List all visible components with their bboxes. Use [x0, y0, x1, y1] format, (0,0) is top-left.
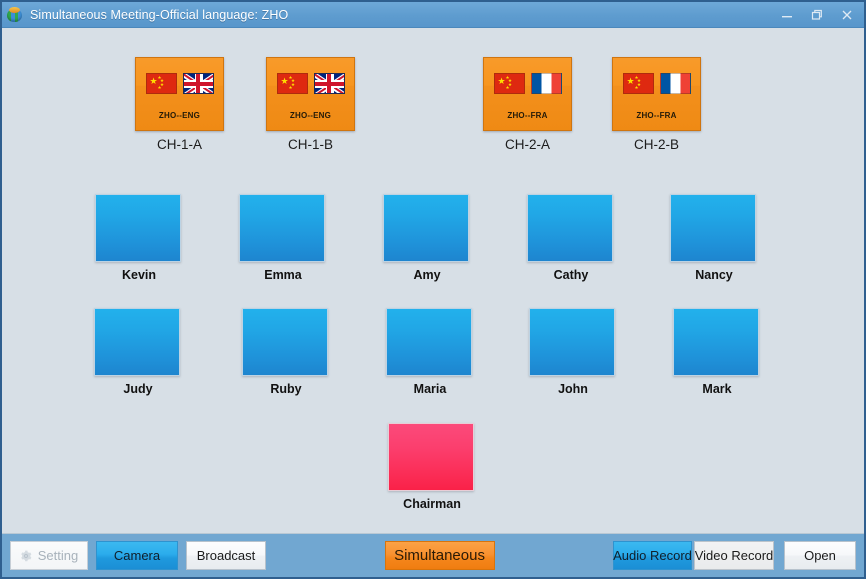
open-label: Open — [804, 548, 836, 563]
channel-button-ch-2-b[interactable]: ★ ★ ★ ★ ★ ZHO--FRA CH-2-B — [612, 57, 701, 152]
camera-button[interactable]: Camera — [96, 541, 178, 570]
simultaneous-button[interactable]: Simultaneous — [384, 541, 495, 570]
participant-video-tile[interactable] — [239, 194, 325, 262]
participant-video-tile[interactable] — [673, 308, 759, 376]
participant-video-tile[interactable] — [529, 308, 615, 376]
channel-code: ZHO--ENG — [289, 111, 332, 120]
channel-tile[interactable]: ★ ★ ★ ★ ★ ZHO--ENG — [135, 57, 224, 131]
flag-france-icon — [659, 73, 691, 94]
channel-flags: ★ ★ ★ ★ ★ — [613, 73, 700, 94]
video-record-label: Video Record — [694, 548, 774, 563]
channel-flags: ★ ★ ★ ★ ★ — [484, 73, 571, 94]
participant-emma[interactable]: Emma — [239, 194, 327, 282]
window-title: Simultaneous Meeting-Official language: … — [30, 7, 289, 22]
channel-button-ch-2-a[interactable]: ★ ★ ★ ★ ★ ZHO--FRA CH-2-A — [483, 57, 572, 152]
participant-video-tile[interactable] — [95, 194, 181, 262]
participant-cathy[interactable]: Cathy — [527, 194, 615, 282]
channel-flags: ★ ★ ★ ★ ★ — [136, 73, 223, 94]
participant-mark[interactable]: Mark — [673, 308, 761, 396]
video-record-button[interactable]: Video Record — [694, 541, 774, 570]
participant-video-tile[interactable] — [94, 308, 180, 376]
meeting-layout-area: ★ ★ ★ ★ ★ ZHO--ENG CH-1-A ★ ★ ★ ★ ★ ZHO-… — [2, 28, 864, 533]
participant-chairman[interactable]: Chairman — [388, 423, 476, 511]
flag-china-icon: ★ ★ ★ ★ ★ — [145, 73, 177, 94]
participant-name: Emma — [264, 268, 302, 282]
channel-label: CH-2-B — [633, 137, 679, 152]
participant-video-tile[interactable] — [670, 194, 756, 262]
participant-name: Maria — [413, 382, 447, 396]
globe-icon — [7, 6, 23, 23]
channel-label: CH-1-B — [287, 137, 333, 152]
audio-record-label: Audio Record — [613, 548, 692, 563]
channel-code: ZHO--FRA — [636, 111, 677, 120]
setting-label: Setting — [37, 548, 79, 563]
bottom-toolbar: Setting Camera Broadcast Simultaneous Au… — [2, 533, 864, 577]
close-icon[interactable] — [832, 4, 862, 26]
flag-uk-icon — [182, 73, 214, 94]
setting-button[interactable]: Setting — [10, 541, 88, 570]
participant-name: Kevin — [121, 268, 157, 282]
participant-video-tile[interactable] — [527, 194, 613, 262]
flag-france-icon — [530, 73, 562, 94]
window-controls — [772, 2, 862, 27]
participant-nancy[interactable]: Nancy — [670, 194, 758, 282]
chairman-video-tile[interactable] — [388, 423, 474, 491]
simultaneous-label: Simultaneous — [394, 547, 485, 564]
channel-tile[interactable]: ★ ★ ★ ★ ★ ZHO--FRA — [612, 57, 701, 131]
participant-amy[interactable]: Amy — [383, 194, 471, 282]
restore-icon[interactable] — [802, 4, 832, 26]
participant-name: John — [558, 382, 588, 396]
participant-name: Amy — [413, 268, 441, 282]
audio-record-button[interactable]: Audio Record — [613, 541, 692, 570]
participant-judy[interactable]: Judy — [94, 308, 182, 396]
channel-label: CH-2-A — [504, 137, 550, 152]
channel-button-ch-1-a[interactable]: ★ ★ ★ ★ ★ ZHO--ENG CH-1-A — [135, 57, 224, 152]
participant-video-tile[interactable] — [383, 194, 469, 262]
flag-china-icon: ★ ★ ★ ★ ★ — [622, 73, 654, 94]
minimize-icon[interactable] — [772, 4, 802, 26]
open-button[interactable]: Open — [784, 541, 856, 570]
flag-uk-icon — [313, 73, 345, 94]
participant-name: Mark — [702, 382, 732, 396]
participant-maria[interactable]: Maria — [386, 308, 474, 396]
flag-china-icon: ★ ★ ★ ★ ★ — [493, 73, 525, 94]
flag-china-icon: ★ ★ ★ ★ ★ — [276, 73, 308, 94]
channel-tile[interactable]: ★ ★ ★ ★ ★ ZHO--ENG — [266, 57, 355, 131]
participant-kevin[interactable]: Kevin — [95, 194, 183, 282]
channel-code: ZHO--ENG — [158, 111, 201, 120]
broadcast-label: Broadcast — [196, 548, 256, 563]
participant-name: Judy — [123, 382, 153, 396]
participant-name: Nancy — [695, 268, 733, 282]
participant-name: Cathy — [553, 268, 589, 282]
broadcast-button[interactable]: Broadcast — [186, 541, 266, 570]
title-bar: Simultaneous Meeting-Official language: … — [2, 2, 864, 28]
channel-label: CH-1-A — [156, 137, 202, 152]
participant-ruby[interactable]: Ruby — [242, 308, 330, 396]
channel-tile[interactable]: ★ ★ ★ ★ ★ ZHO--FRA — [483, 57, 572, 131]
record-controls-group: Audio Record Video Record Open — [613, 541, 856, 570]
participant-john[interactable]: John — [529, 308, 617, 396]
channel-flags: ★ ★ ★ ★ ★ — [267, 73, 354, 94]
participant-video-tile[interactable] — [386, 308, 472, 376]
gear-icon — [20, 550, 32, 562]
channel-code: ZHO--FRA — [507, 111, 548, 120]
camera-label: Camera — [113, 548, 161, 563]
application-window: Simultaneous Meeting-Official language: … — [0, 0, 866, 579]
participant-name: Chairman — [403, 497, 461, 511]
participant-video-tile[interactable] — [242, 308, 328, 376]
channel-button-ch-1-b[interactable]: ★ ★ ★ ★ ★ ZHO--ENG CH-1-B — [266, 57, 355, 152]
participant-name: Ruby — [270, 382, 302, 396]
